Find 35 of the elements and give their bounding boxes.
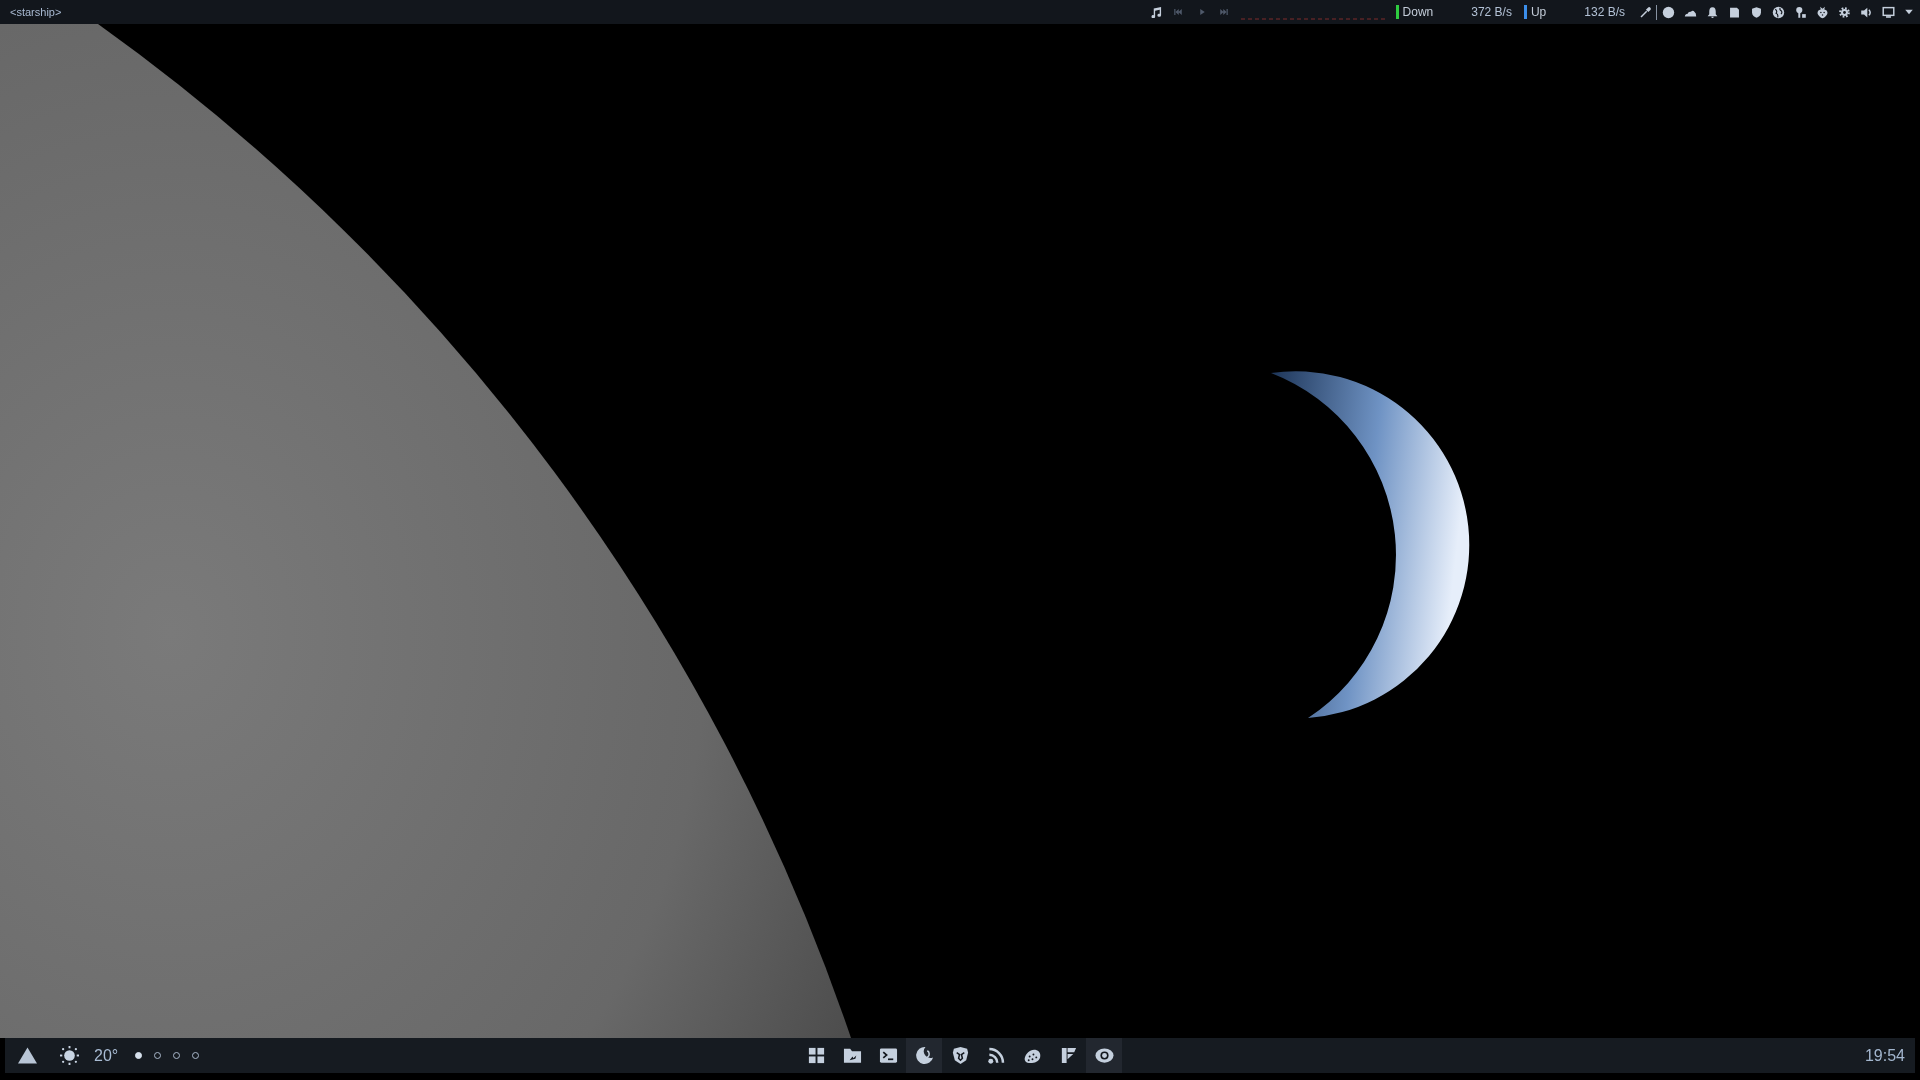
- gear-icon[interactable]: [1838, 5, 1851, 19]
- network-label: Up: [1530, 5, 1547, 19]
- pin-icon[interactable]: [1794, 5, 1807, 19]
- network-label: Down: [1402, 5, 1434, 19]
- monitor-icon[interactable]: [1882, 5, 1895, 19]
- workspace-dot[interactable]: [135, 1052, 143, 1059]
- circle-icon[interactable]: [1662, 5, 1675, 19]
- terminal-icon: [878, 1046, 898, 1065]
- clock: 19:54: [1864, 1046, 1906, 1065]
- skip-forward-icon[interactable]: [1219, 9, 1228, 15]
- caret-down-icon[interactable]: [1904, 7, 1914, 17]
- taskbar-button[interactable]: [906, 1038, 942, 1073]
- window-title: <starship>: [10, 6, 62, 18]
- temperature: 20°: [94, 1046, 119, 1065]
- document-icon[interactable]: [1728, 5, 1741, 19]
- grid-icon: [806, 1046, 826, 1065]
- triangle-icon[interactable]: [18, 1047, 37, 1064]
- skip-back-icon[interactable]: [1173, 9, 1182, 15]
- eye-icon: [1094, 1046, 1114, 1065]
- strawberry-icon[interactable]: [1816, 5, 1829, 19]
- rss-icon: [986, 1046, 1006, 1065]
- shield-icon: [950, 1046, 970, 1065]
- music-note-icon[interactable]: [1150, 6, 1162, 18]
- folder-icon: [842, 1046, 862, 1065]
- play-icon[interactable]: [1199, 9, 1205, 15]
- crescent-icon: [914, 1046, 934, 1065]
- sun-icon: [60, 1046, 79, 1065]
- taskbar-button[interactable]: [1086, 1038, 1122, 1073]
- network-rate: 132 B/s: [1584, 5, 1625, 19]
- bell-icon[interactable]: [1706, 5, 1719, 19]
- network-rate: 372 B/s: [1471, 5, 1512, 19]
- globe-icon[interactable]: [1772, 5, 1785, 19]
- speaker-icon[interactable]: [1860, 5, 1873, 19]
- shield-icon[interactable]: [1750, 5, 1763, 19]
- eyedropper-icon[interactable]: [1639, 5, 1652, 19]
